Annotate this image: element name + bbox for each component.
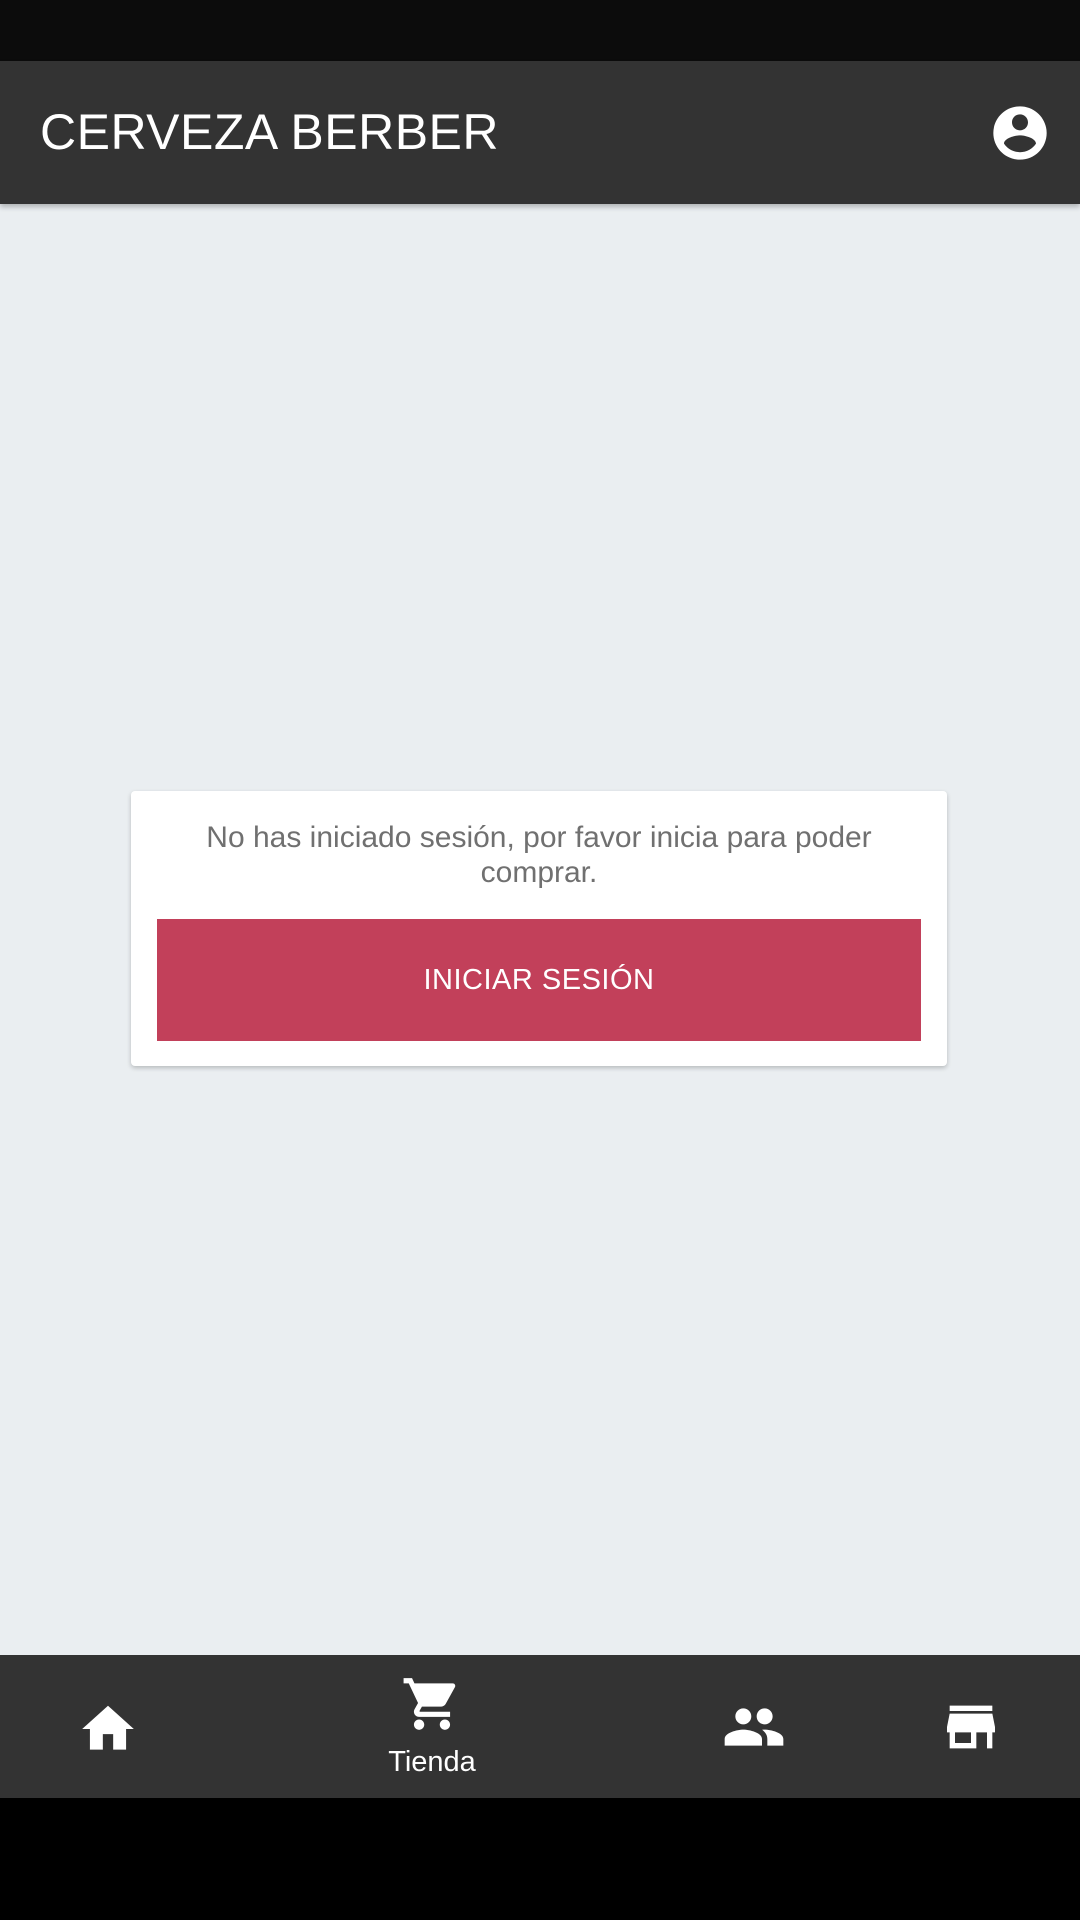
nav-item-people[interactable] xyxy=(682,1655,826,1798)
login-message: No has iniciado sesión, por favor inicia… xyxy=(206,821,872,889)
people-icon xyxy=(724,1708,784,1746)
screen: CERVEZA BERBER No has iniciado sesión, p… xyxy=(0,0,1080,1920)
cart-icon xyxy=(403,1678,456,1730)
nav-item-home[interactable] xyxy=(36,1655,180,1798)
nav-item-store[interactable] xyxy=(899,1655,1043,1798)
app-bar: CERVEZA BERBER xyxy=(0,61,1080,204)
home-icon xyxy=(82,1705,134,1750)
account-circle-icon xyxy=(993,106,1047,160)
login-card: No has iniciado sesión, por favor inicia… xyxy=(131,791,947,1066)
bottom-nav: Tienda xyxy=(0,1655,1080,1798)
nav-item-tienda[interactable]: Tienda xyxy=(352,1655,512,1798)
store-icon xyxy=(947,1705,995,1749)
nav-label-tienda: Tienda xyxy=(388,1746,476,1778)
app-title: CERVEZA BERBER xyxy=(40,104,500,160)
status-bar xyxy=(0,0,1080,61)
system-navigation-bar xyxy=(0,1798,1080,1920)
account-button[interactable] xyxy=(988,101,1052,165)
login-button[interactable]: INICIAR SESIÓN xyxy=(157,919,921,1041)
